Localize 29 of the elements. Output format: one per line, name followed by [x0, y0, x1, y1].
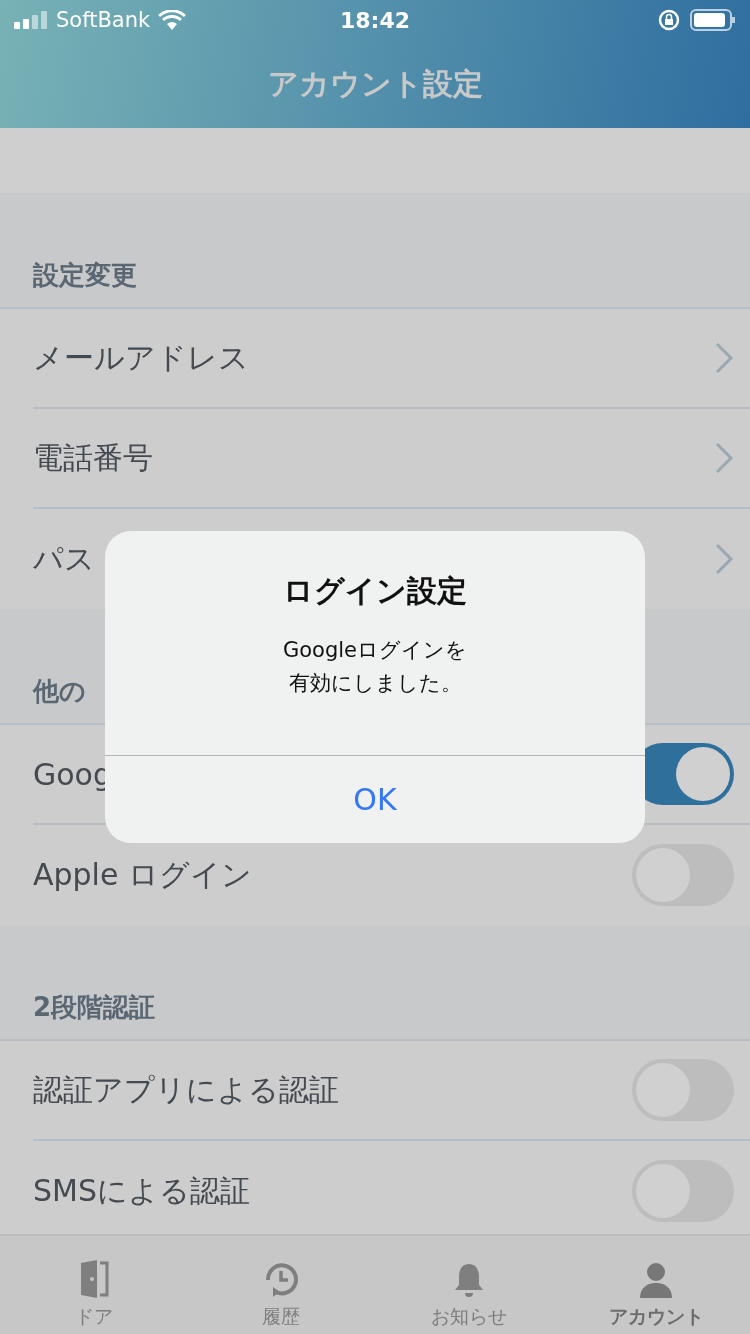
- signal-icon: [14, 11, 48, 29]
- tab-item[interactable]: アカウント: [562, 1236, 750, 1334]
- row-label: Apple ログイン: [33, 855, 253, 894]
- battery-icon: [690, 9, 736, 31]
- dialog-title: ログイン設定: [282, 572, 468, 610]
- rotation-lock-icon: [658, 9, 680, 31]
- dialog-message-line: 有効にしました。: [288, 670, 462, 697]
- carrier-name: SoftBank: [56, 8, 151, 32]
- door-icon: [78, 1260, 109, 1298]
- chevron-icon: [714, 341, 734, 375]
- person-icon: [639, 1262, 674, 1298]
- chevron-icon: [714, 542, 734, 576]
- section-header: 設定変更: [33, 259, 137, 292]
- nav-title: アカウント設定: [267, 64, 483, 103]
- section-header: 2段階認証: [33, 991, 156, 1024]
- ok-button[interactable]: OK: [105, 755, 645, 843]
- chevron-icon: [714, 441, 734, 475]
- row-label[interactable]: メールアドレス: [33, 337, 714, 379]
- bell-icon: [452, 1262, 485, 1298]
- tab-item[interactable]: お知らせ: [375, 1236, 563, 1334]
- row-label: SMSによる認証: [33, 1171, 251, 1210]
- section-header: 他の: [33, 675, 86, 708]
- dialog-message-line: Googleログインを: [282, 637, 468, 664]
- wifi-icon: [158, 10, 187, 30]
- tab-item[interactable]: ドア: [0, 1236, 188, 1334]
- row-label[interactable]: 電話番号: [33, 437, 714, 479]
- tab-item[interactable]: 履歴: [187, 1236, 375, 1334]
- row-label: 認証アプリによる認証: [33, 1070, 340, 1109]
- clock-time: 18:42: [340, 7, 410, 33]
